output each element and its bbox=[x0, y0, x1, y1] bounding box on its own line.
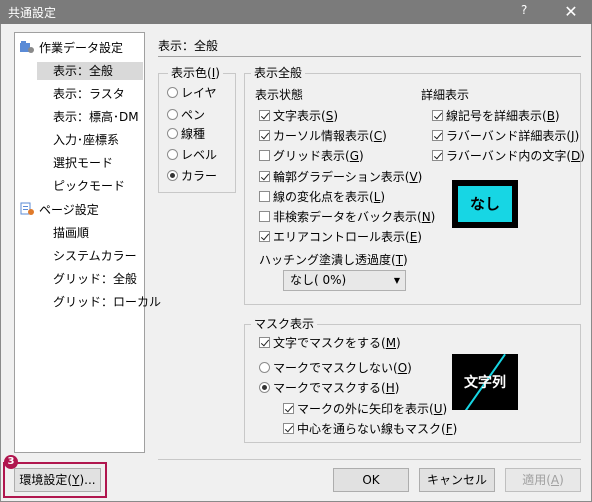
tree-item-label: 入力･座標系 bbox=[53, 133, 120, 147]
chevron-down-icon: ▼ bbox=[393, 276, 400, 285]
tree-item-label: 選択モード bbox=[53, 156, 114, 170]
checkbox bbox=[259, 110, 270, 121]
checkbox bbox=[259, 191, 270, 202]
tree-item-label: 表示：標高･DM bbox=[53, 110, 139, 124]
checkbox bbox=[259, 211, 270, 222]
check-area-control[interactable]: エリアコントロール表示(E) bbox=[259, 229, 422, 245]
tree-item-label: ページ設定 bbox=[39, 203, 99, 217]
tree-item-select-mode[interactable]: 選択モード bbox=[53, 154, 113, 172]
close-button[interactable]: ✕ bbox=[559, 0, 583, 24]
hatch-transparency-select[interactable]: なし( 0%) ▼ bbox=[283, 270, 406, 291]
radio-color[interactable]: カラー bbox=[167, 168, 217, 184]
radio-no-mark-mask[interactable]: マークでマスクしない(O) bbox=[259, 360, 412, 376]
checkbox bbox=[259, 231, 270, 242]
checkbox bbox=[283, 403, 294, 414]
radio-mark-mask[interactable]: マークでマスクする(H) bbox=[259, 380, 399, 396]
tree-item-display-elevation[interactable]: 表示：標高･DM bbox=[53, 108, 139, 126]
settings-tree[interactable]: 作業データ設定 表示：全般 表示：ラスタ 表示：標高･DM 入力･座標系 選択モ… bbox=[14, 32, 161, 453]
check-text-mask[interactable]: 文字でマスクをする(M) bbox=[259, 335, 401, 351]
radio-dot bbox=[167, 170, 178, 181]
tree-item-pick-mode[interactable]: ピックモード bbox=[53, 177, 125, 195]
radio-dot bbox=[167, 128, 178, 139]
section-divider bbox=[158, 56, 581, 57]
tree-item-draw-order[interactable]: 描画順 bbox=[53, 224, 89, 242]
check-rubberband-text[interactable]: ラバーバンド内の文字(D) bbox=[432, 148, 585, 164]
tree-item-page-settings[interactable]: ページ設定 bbox=[19, 201, 99, 219]
check-line-symbol-detail[interactable]: 線記号を詳細表示(B) bbox=[432, 108, 560, 124]
checkbox bbox=[259, 171, 270, 182]
check-non-search-back[interactable]: 非検索データをバック表示(N) bbox=[259, 209, 435, 225]
ok-button[interactable]: OK bbox=[333, 468, 409, 492]
window-title: 共通設定 bbox=[8, 6, 57, 20]
tree-item-display-general[interactable]: 表示：全般 bbox=[37, 62, 143, 80]
check-cursor-info[interactable]: カーソル情報表示(C) bbox=[259, 128, 387, 144]
mask-preview-text: 文字列 bbox=[464, 375, 506, 391]
hatch-transparency-label: ハッチング塗潰し透過度(T) bbox=[259, 253, 408, 267]
detail-display-label: 詳細表示 bbox=[421, 88, 470, 102]
radio-dot bbox=[167, 109, 178, 120]
check-arrow-outside-mark[interactable]: マークの外に矢印を表示(U) bbox=[283, 401, 447, 417]
tree-item-input-coords[interactable]: 入力･座標系 bbox=[53, 131, 119, 149]
footer-divider bbox=[158, 459, 581, 460]
check-line-change-points[interactable]: 線の変化点を表示(L) bbox=[259, 189, 385, 205]
help-button[interactable]: ? bbox=[521, 3, 527, 17]
radio-label: レベル bbox=[181, 148, 218, 162]
callout-badge: 3 bbox=[4, 455, 18, 469]
tree-item-label: ピックモード bbox=[53, 179, 126, 193]
radio-label: ペン bbox=[181, 108, 206, 122]
check-grid-display[interactable]: グリッド表示(G) bbox=[259, 148, 364, 164]
checkbox bbox=[432, 150, 443, 161]
mask-display-label: マスク表示 bbox=[251, 317, 318, 331]
environment-settings-button[interactable]: 環境設定(Y)... bbox=[14, 468, 101, 492]
tree-item-grid-general[interactable]: グリッド：全般 bbox=[53, 270, 137, 288]
tree-item-grid-local[interactable]: グリッド：ローカル bbox=[53, 293, 161, 311]
cancel-button[interactable]: キャンセル bbox=[419, 468, 495, 492]
tree-item-label: 描画順 bbox=[53, 226, 90, 240]
checkbox bbox=[259, 150, 270, 161]
tree-item-display-raster[interactable]: 表示：ラスタ bbox=[53, 85, 125, 103]
page-settings-icon bbox=[20, 202, 34, 215]
tree-item-system-color[interactable]: システムカラー bbox=[53, 247, 137, 265]
tree-item-label: 作業データ設定 bbox=[39, 41, 124, 55]
hatch-preview-text: なし bbox=[458, 186, 512, 222]
display-color-label: 表示色(I) bbox=[168, 66, 223, 80]
section-title: 表示：全般 bbox=[158, 39, 219, 53]
title-bar: 共通設定 ? ✕ bbox=[0, 0, 592, 24]
display-state-label: 表示状態 bbox=[255, 88, 304, 102]
radio-label: レイヤ bbox=[181, 86, 217, 100]
tree-item-label: 表示：全般 bbox=[53, 64, 114, 78]
tree-item-label: グリッド：ローカル bbox=[53, 295, 162, 309]
general-display-label: 表示全般 bbox=[251, 66, 306, 80]
radio-dot bbox=[259, 362, 270, 373]
check-text-display[interactable]: 文字表示(S) bbox=[259, 108, 338, 124]
radio-layer[interactable]: レイヤ bbox=[167, 85, 217, 101]
radio-label: 線種 bbox=[181, 127, 206, 141]
checkbox bbox=[432, 130, 443, 141]
checkbox bbox=[432, 110, 443, 121]
select-value: なし( 0%) bbox=[290, 273, 347, 287]
radio-level[interactable]: レベル bbox=[167, 147, 217, 163]
radio-linetype[interactable]: 線種 bbox=[167, 126, 205, 142]
mask-preview: 文字列 bbox=[452, 354, 518, 410]
apply-button[interactable]: 適用(A) bbox=[505, 468, 581, 492]
radio-dot bbox=[259, 382, 270, 393]
tree-item-work-data[interactable]: 作業データ設定 bbox=[19, 39, 123, 57]
tree-item-label: システムカラー bbox=[53, 249, 137, 263]
radio-dot bbox=[167, 87, 178, 98]
check-rubberband-detail[interactable]: ラバーバンド詳細表示(J) bbox=[432, 128, 579, 144]
check-mask-non-center-lines[interactable]: 中心を通らない線もマスク(F) bbox=[283, 421, 457, 437]
check-outline-gradation[interactable]: 輪郭グラデーション表示(V) bbox=[259, 169, 422, 185]
tree-item-label: グリッド：全般 bbox=[53, 272, 138, 286]
tree-item-label: 表示：ラスタ bbox=[53, 87, 125, 101]
hatch-preview: なし bbox=[452, 180, 518, 228]
radio-dot bbox=[167, 149, 178, 160]
radio-label: カラー bbox=[181, 169, 218, 183]
settings-folder-icon bbox=[20, 41, 34, 53]
checkbox bbox=[259, 130, 270, 141]
radio-pen[interactable]: ペン bbox=[167, 107, 205, 123]
checkbox bbox=[259, 337, 270, 348]
checkbox bbox=[283, 423, 294, 434]
